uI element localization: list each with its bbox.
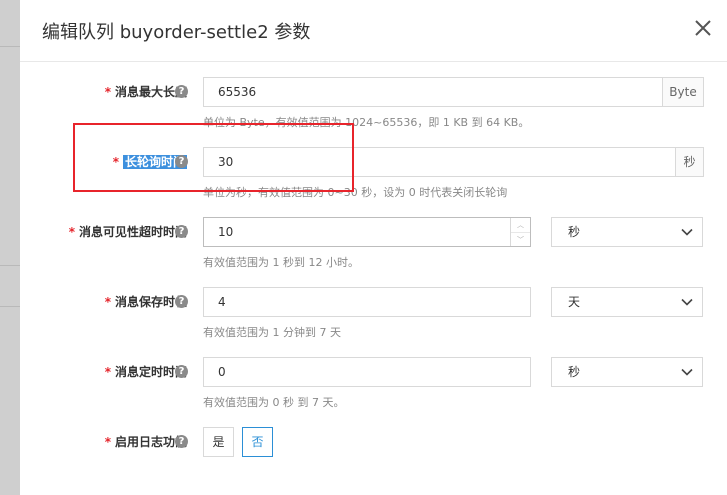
backdrop-divider bbox=[0, 306, 20, 307]
stepper-up-icon[interactable]: ︿ bbox=[511, 218, 530, 233]
edit-queue-dialog: 编辑队列 buyorder-settle2 参数 *消息最大长度 ? Byte … bbox=[20, 0, 727, 495]
long-poll-hint: 单位为秒，有效值范围为 0~30 秒，设为 0 时代表关闭长轮询 bbox=[203, 186, 508, 199]
logging-no-button[interactable]: 否 bbox=[242, 427, 273, 457]
help-icon[interactable]: ? bbox=[175, 365, 188, 378]
long-poll-unit: 秒 bbox=[675, 148, 703, 176]
dialog-header: 编辑队列 buyorder-settle2 参数 bbox=[20, 0, 727, 62]
required-mark: * bbox=[104, 365, 111, 379]
visibility-timeout-label: * 消息可见性超时时间 bbox=[68, 225, 187, 239]
help-icon[interactable]: ? bbox=[175, 225, 188, 238]
long-poll-field: 秒 bbox=[203, 147, 704, 177]
max-length-input[interactable] bbox=[204, 78, 662, 106]
page-backdrop bbox=[0, 0, 20, 495]
chevron-down-icon bbox=[681, 228, 693, 236]
backdrop-divider bbox=[0, 46, 20, 47]
dialog-title: 编辑队列 buyorder-settle2 参数 bbox=[42, 22, 311, 43]
help-icon[interactable]: ? bbox=[175, 155, 188, 168]
required-mark: * bbox=[68, 225, 75, 239]
required-mark: * bbox=[104, 85, 111, 99]
select-value: 秒 bbox=[568, 225, 581, 239]
retention-field bbox=[203, 287, 531, 317]
max-length-hint: 单位为 Byte，有效值范围为 1024~65536，即 1 KB 到 64 K… bbox=[203, 116, 530, 129]
help-icon[interactable]: ? bbox=[175, 295, 188, 308]
help-icon[interactable]: ? bbox=[175, 435, 188, 448]
select-value: 秒 bbox=[568, 365, 581, 379]
max-length-unit: Byte bbox=[662, 78, 703, 106]
long-poll-input[interactable] bbox=[204, 148, 675, 176]
delay-unit-select[interactable]: 秒 bbox=[551, 357, 703, 387]
number-stepper[interactable]: ︿ ﹀ bbox=[510, 218, 530, 246]
close-icon[interactable] bbox=[691, 16, 715, 40]
required-mark: * bbox=[104, 295, 111, 309]
chevron-down-icon bbox=[681, 298, 693, 306]
retention-input[interactable] bbox=[204, 288, 530, 316]
retention-hint: 有效值范围为 1 分钟到 7 天 bbox=[203, 326, 341, 339]
visibility-timeout-input[interactable] bbox=[204, 218, 510, 246]
visibility-timeout-unit-select[interactable]: 秒 bbox=[551, 217, 703, 247]
delay-input[interactable] bbox=[204, 358, 530, 386]
required-mark: * bbox=[104, 435, 111, 449]
max-length-field: Byte bbox=[203, 77, 704, 107]
visibility-timeout-field: ︿ ﹀ bbox=[203, 217, 531, 247]
select-value: 天 bbox=[568, 295, 581, 309]
chevron-down-icon bbox=[681, 368, 693, 376]
delay-hint: 有效值范围为 0 秒 到 7 天。 bbox=[203, 396, 345, 409]
retention-unit-select[interactable]: 天 bbox=[551, 287, 703, 317]
required-mark: * bbox=[112, 155, 119, 169]
delay-field bbox=[203, 357, 531, 387]
stepper-down-icon[interactable]: ﹀ bbox=[511, 233, 530, 247]
backdrop-divider bbox=[0, 265, 20, 266]
help-icon[interactable]: ? bbox=[175, 85, 188, 98]
logging-yes-button[interactable]: 是 bbox=[203, 427, 234, 457]
visibility-timeout-hint: 有效值范围为 1 秒到 12 小时。 bbox=[203, 256, 359, 269]
